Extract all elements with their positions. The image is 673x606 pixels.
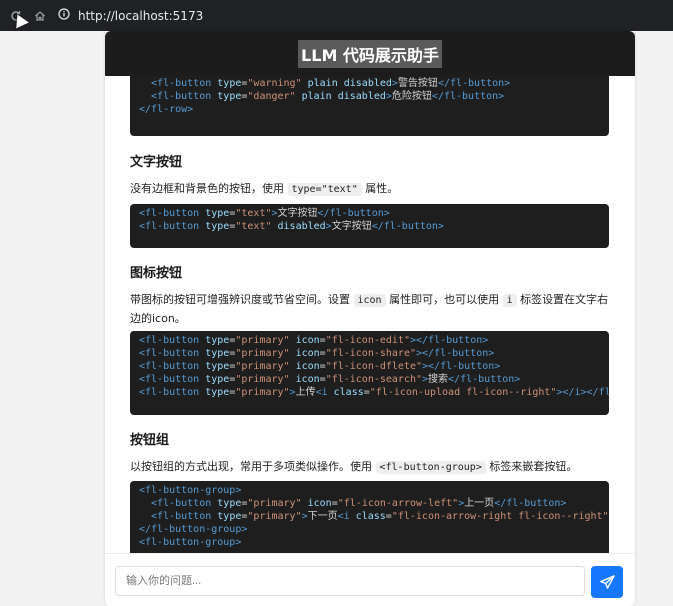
section-heading: 文字按钮 (130, 155, 183, 170)
code-line: <fl-button type="primary" icon="fl-icon-… (139, 335, 489, 346)
send-button[interactable] (591, 566, 623, 598)
home-icon[interactable] (32, 8, 48, 24)
code-line: <fl-button type="warning" plain disabled… (139, 78, 511, 89)
section-description: 带图标的按钮可增强辨识度或节省空间。设置 icon 属性即可，也可以使用 i 标… (130, 293, 609, 325)
code-line: </fl-button-group> (139, 524, 248, 535)
code-line: <fl-button type="primary" icon="fl-icon-… (139, 348, 495, 359)
code-line: <fl-button type="primary" icon="fl-icon-… (139, 374, 521, 385)
question-input[interactable] (115, 566, 585, 596)
inline-code: <fl-button-group> (375, 461, 486, 474)
code-block[interactable]: <fl-button-group> <fl-button type="prima… (130, 481, 609, 553)
section-description: 以按钮组的方式出现，常用于多项类似操作。使用 <fl-button-group>… (130, 460, 578, 474)
section-description: 没有边框和背景色的按钮，使用 type="text" 属性。 (130, 182, 399, 196)
section-heading: 按钮组 (130, 433, 170, 448)
address-bar[interactable]: http://localhost:5173 (58, 4, 671, 28)
code-line: <fl-button type="text" disabled>文字按钮</fl… (139, 221, 444, 232)
code-line: <fl-button type="primary">下一页<i class="f… (139, 511, 609, 522)
code-line: <fl-button type="text">文字按钮</fl-button> (139, 208, 390, 219)
input-bar (105, 553, 635, 606)
code-line: <fl-button-group> (139, 485, 242, 496)
chat-content[interactable]: <fl-button type="info" plain disabled>信息… (105, 76, 635, 553)
inline-code: type="text" (287, 183, 362, 196)
code-line: <fl-button type="primary" icon="fl-icon-… (139, 498, 567, 509)
code-line: </fl-row> (139, 104, 194, 115)
app-window: LLM 代码展示助手 <fl-button type="info" plain … (105, 31, 635, 606)
code-block[interactable]: <fl-button type="text">文字按钮</fl-button> <… (130, 204, 609, 248)
info-icon[interactable] (58, 8, 70, 23)
inline-code: i (502, 294, 517, 307)
inline-code: icon (353, 294, 386, 307)
code-block[interactable]: <fl-button type="primary" icon="fl-icon-… (130, 331, 609, 415)
code-line: <fl-button type="danger" plain disabled>… (139, 91, 505, 102)
app-title: LLM 代码展示助手 (298, 39, 442, 68)
code-line: <fl-button type="primary" icon="fl-icon-… (139, 361, 501, 372)
send-icon (599, 574, 615, 590)
url-text: http://localhost:5173 (78, 8, 204, 23)
code-block[interactable]: <fl-button type="info" plain disabled>信息… (130, 76, 609, 136)
code-line: <fl-button type="primary">上传<i class="fl… (139, 387, 609, 398)
code-line: <fl-button-group> (139, 537, 242, 548)
browser-toolbar: http://localhost:5173 (0, 0, 673, 31)
section-heading: 图标按钮 (130, 266, 183, 281)
app-header: LLM 代码展示助手 (105, 31, 635, 76)
